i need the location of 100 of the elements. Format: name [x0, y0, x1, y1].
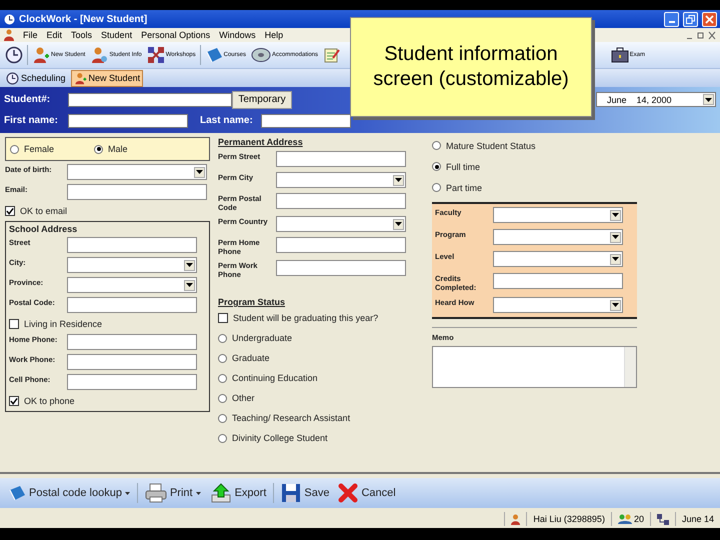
- restore-button[interactable]: [683, 12, 698, 26]
- menu-item[interactable]: Personal Options: [141, 30, 210, 40]
- radio-label: Teaching/ Research Assistant: [232, 413, 350, 423]
- radio-button[interactable]: [94, 144, 104, 154]
- mdi-controls-icon[interactable]: [686, 30, 716, 40]
- tab[interactable]: Scheduling: [3, 70, 69, 86]
- dropdown-field[interactable]: [276, 216, 406, 232]
- checkbox-label: OK to phone: [24, 396, 75, 406]
- export-icon: [210, 483, 232, 503]
- section-title: Permanent Address: [218, 137, 304, 147]
- menu-item[interactable]: Edit: [46, 30, 62, 40]
- input-field[interactable]: [67, 184, 207, 200]
- radio-button[interactable]: [432, 162, 441, 171]
- radio-label: Part time: [446, 182, 482, 192]
- dropdown-field[interactable]: [276, 172, 406, 188]
- caret-icon: [186, 283, 193, 287]
- toolbar-button[interactable]: Export: [208, 483, 268, 503]
- network-icon: [656, 514, 669, 524]
- toolbar-button[interactable]: [322, 46, 342, 64]
- menu-item[interactable]: Student: [101, 30, 132, 40]
- close-button[interactable]: [702, 12, 717, 26]
- dropdown-field[interactable]: [67, 257, 197, 273]
- input-field[interactable]: [276, 237, 406, 253]
- radio-label: Male: [108, 144, 128, 154]
- radio-button[interactable]: [218, 374, 227, 382]
- minimize-button[interactable]: [664, 12, 679, 26]
- dropdown-icon: [196, 492, 201, 494]
- check-icon: [6, 206, 14, 216]
- toolbar-button[interactable]: Cancel: [336, 483, 398, 503]
- radio-label: Female: [24, 144, 54, 154]
- restore-icon: [686, 14, 695, 24]
- input-field[interactable]: [67, 334, 197, 350]
- radio-button[interactable]: [218, 354, 227, 362]
- status-date: June 14: [674, 512, 720, 526]
- radio-button[interactable]: [10, 144, 19, 154]
- caret-icon: [395, 178, 402, 182]
- clock-icon: [5, 46, 23, 64]
- app-icon: [4, 14, 15, 24]
- printer-icon: [144, 483, 167, 503]
- tab[interactable]: New Student: [70, 70, 144, 86]
- caret-icon: [612, 257, 619, 261]
- dropdown-field[interactable]: [493, 251, 623, 267]
- radio-label: Graduate: [232, 353, 270, 363]
- radio-button[interactable]: [432, 183, 441, 192]
- input-field[interactable]: [67, 237, 197, 253]
- input-field[interactable]: [276, 151, 406, 167]
- toolbar-button[interactable]: [4, 46, 24, 64]
- radio-button[interactable]: [218, 434, 227, 442]
- toolbar-button[interactable]: Print: [142, 483, 203, 503]
- input-field[interactable]: [67, 354, 197, 370]
- checkbox[interactable]: [9, 396, 19, 406]
- date-field[interactable]: June 14, 2000: [596, 92, 716, 107]
- dropdown-field[interactable]: [67, 277, 197, 293]
- radio-label: Divinity College Student: [232, 433, 328, 443]
- radio-button[interactable]: [432, 141, 441, 150]
- input-field[interactable]: [493, 273, 623, 289]
- menu-item[interactable]: Help: [264, 30, 284, 40]
- toolbar-button[interactable]: Postal code lookup: [6, 484, 132, 502]
- checkbox-label: OK to email: [20, 206, 68, 216]
- checkbox[interactable]: [9, 319, 19, 329]
- status-user: Hai Liu (3298895): [526, 512, 611, 526]
- input-field[interactable]: [276, 260, 406, 276]
- clock-icon: [6, 72, 19, 84]
- scrollbar[interactable]: [624, 347, 636, 387]
- input-field[interactable]: [68, 92, 232, 106]
- field-label: Student#:: [4, 94, 52, 105]
- checkbox-label: Student will be graduating this year?: [233, 313, 378, 323]
- dropdown-field[interactable]: [67, 164, 207, 180]
- checkbox[interactable]: [5, 206, 15, 216]
- check-icon: [10, 396, 18, 406]
- field-label: Last name:: [200, 115, 253, 126]
- network-icon: [146, 46, 165, 64]
- dropdown-field[interactable]: [493, 297, 623, 313]
- temporary-button[interactable]: Temporary: [232, 90, 292, 108]
- memo-field[interactable]: [432, 346, 637, 388]
- dropdown-field[interactable]: [493, 229, 623, 245]
- checkbox[interactable]: [218, 313, 228, 323]
- dropdown-field[interactable]: [493, 207, 623, 223]
- briefcase-icon: [610, 46, 629, 64]
- menu-item[interactable]: File: [23, 30, 38, 40]
- radio-label: Undergraduate: [232, 333, 292, 343]
- person-icon: [90, 46, 108, 64]
- caret-icon: [196, 170, 203, 174]
- checkbox-label: Living in Residence: [24, 319, 102, 329]
- input-field[interactable]: [276, 193, 406, 209]
- menu-item[interactable]: Tools: [71, 30, 92, 40]
- input-field[interactable]: [67, 374, 197, 390]
- radio-button[interactable]: [218, 414, 227, 422]
- menu-item[interactable]: Windows: [219, 30, 256, 40]
- radio-button[interactable]: [218, 394, 227, 402]
- dropdown-icon: [124, 492, 130, 494]
- input-field[interactable]: [68, 114, 188, 128]
- input-field[interactable]: [260, 114, 351, 128]
- input-field[interactable]: [67, 297, 197, 313]
- close-icon: [705, 14, 714, 24]
- radio-label: Other: [232, 393, 255, 403]
- callout-tooltip: Student information screen (customizable): [350, 17, 592, 117]
- radio-button[interactable]: [218, 334, 227, 342]
- toolbar-button[interactable]: Save: [279, 483, 332, 503]
- radio-label: Mature Student Status: [446, 140, 536, 150]
